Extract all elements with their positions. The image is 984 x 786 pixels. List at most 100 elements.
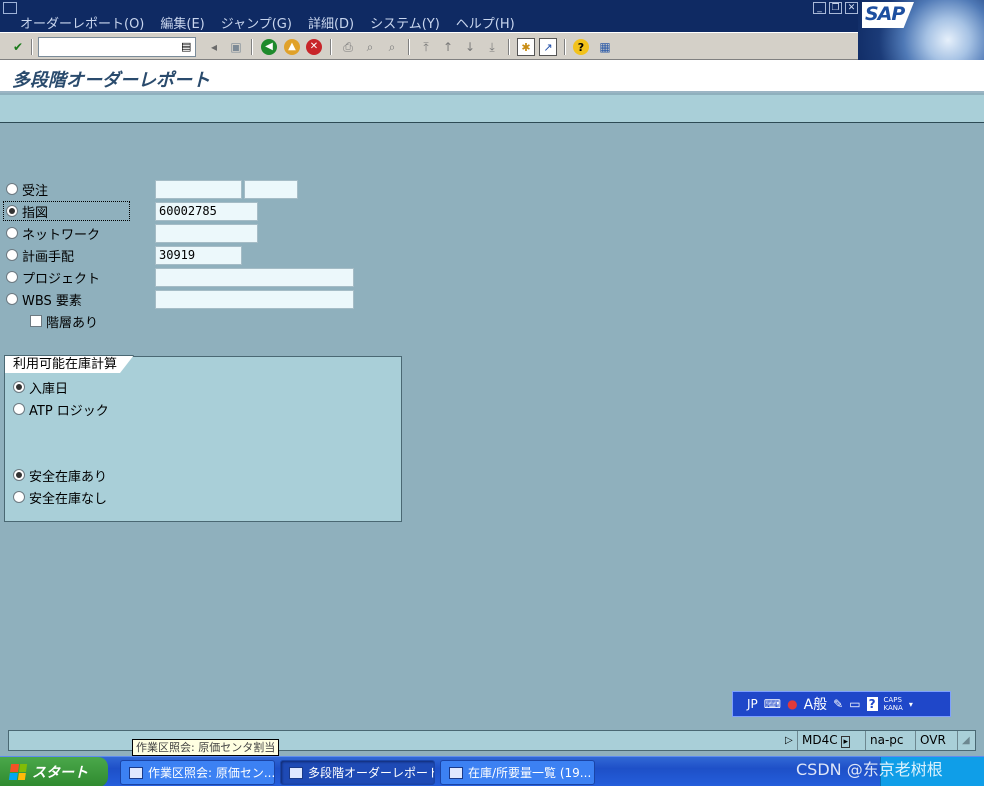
production-order-field[interactable]: 60002785 xyxy=(155,202,258,221)
network-field[interactable] xyxy=(155,224,258,243)
radio-project[interactable]: プロジェクト xyxy=(6,268,100,287)
menu-bar: オーダーレポート(O) 編集(E) ジャンプ(G) 詳細(D) システム(Y) … xyxy=(0,0,984,32)
status-insert-mode: OVR xyxy=(915,731,957,750)
watermark: CSDN @东京老树根 xyxy=(796,760,943,779)
application-toolbar xyxy=(0,95,984,123)
radio-button-selected[interactable] xyxy=(13,469,25,481)
sales-order-field[interactable] xyxy=(155,180,242,199)
task-work-center[interactable]: 作業区照会: 原価セン... xyxy=(120,760,275,785)
radio-production-order[interactable]: 指図 xyxy=(6,202,48,221)
toolbar-divider xyxy=(31,39,33,55)
exit-icon[interactable]: ▲ xyxy=(284,39,300,55)
radio-sales-order[interactable]: 受注 xyxy=(6,180,48,199)
hierarchy-checkbox[interactable] xyxy=(30,315,42,327)
radio-button[interactable] xyxy=(6,293,18,305)
sap-window-icon xyxy=(449,766,463,779)
standard-toolbar: ✔ ▤ ◂ ▣ ◀ ▲ ✕ ⎙ ⌕ ⌕ ⤒ ↑ ↓ ⤓ ✱ ↗ ? ▦ xyxy=(0,32,858,60)
status-transaction: MD4C ▸ xyxy=(797,731,865,750)
page-title: 多段階オーダーレポート xyxy=(12,70,210,91)
sap-window-icon xyxy=(129,766,143,779)
task-multilevel-order-report[interactable]: 多段階オーダーレポート xyxy=(280,760,435,785)
ime-pad-icon[interactable]: ● xyxy=(787,697,797,711)
toolbar-divider xyxy=(408,39,410,55)
start-button[interactable]: スタート xyxy=(0,757,108,786)
radio-button[interactable] xyxy=(6,227,18,239)
ime-language[interactable]: JP xyxy=(747,697,758,711)
sap-logo-area: SAP xyxy=(858,0,984,60)
menu-help[interactable]: ヘルプ(H) xyxy=(456,13,515,32)
menu-system[interactable]: システム(Y) xyxy=(370,13,440,32)
back-icon[interactable]: ◀ xyxy=(261,39,277,55)
toolbar-divider xyxy=(508,39,510,55)
menu-details[interactable]: 詳細(D) xyxy=(308,13,354,32)
ime-tools-icon[interactable]: ✎ xyxy=(833,697,843,711)
radio-without-safety-stock[interactable]: 安全在庫なし xyxy=(13,488,107,507)
radio-button-selected[interactable] xyxy=(6,205,18,217)
cancel-icon[interactable]: ✕ xyxy=(306,39,322,55)
radio-with-safety-stock[interactable]: 安全在庫あり xyxy=(13,466,107,485)
toolbar-divider xyxy=(251,39,253,55)
find-icon[interactable]: ⌕ xyxy=(361,38,379,56)
group-title: 利用可能在庫計算 xyxy=(4,355,134,373)
system-menu-icon[interactable] xyxy=(3,2,17,14)
layout-menu-icon[interactable]: ▦ xyxy=(596,38,614,56)
tooltip: 作業区照会: 原価センタ割当 xyxy=(132,739,280,756)
print-icon[interactable]: ⎙ xyxy=(339,38,357,56)
menu-order-report[interactable]: オーダーレポート(O) xyxy=(20,13,144,32)
radio-button[interactable] xyxy=(13,491,25,503)
save-icon[interactable]: ▣ xyxy=(227,38,245,56)
radio-network[interactable]: ネットワーク xyxy=(6,224,100,243)
minimize-icon[interactable]: _ xyxy=(813,2,826,14)
radio-button-selected[interactable] xyxy=(13,381,25,393)
previous-page-icon[interactable]: ↑ xyxy=(439,38,457,56)
sales-order-item-field[interactable] xyxy=(244,180,298,199)
radio-button[interactable] xyxy=(6,183,18,195)
enter-check-icon[interactable]: ✔ xyxy=(9,38,27,56)
status-expand-icon[interactable]: ▷ xyxy=(781,731,793,750)
collapse-command-icon[interactable]: ◂ xyxy=(205,38,223,56)
radio-button[interactable] xyxy=(13,403,25,415)
radio-button[interactable] xyxy=(6,249,18,261)
radio-atp-logic[interactable]: ATP ロジック xyxy=(13,400,109,419)
sap-logo: SAP xyxy=(862,2,914,28)
radio-planned-order[interactable]: 計画手配 xyxy=(6,246,74,265)
last-page-icon[interactable]: ⤓ xyxy=(483,38,501,56)
hierarchy-checkbox-row[interactable]: 階層あり xyxy=(30,312,98,331)
ime-options-icon[interactable]: ▾ xyxy=(909,700,913,709)
resize-grip-icon[interactable]: ◢ xyxy=(957,731,975,750)
menu-list: オーダーレポート(O) 編集(E) ジャンプ(G) 詳細(D) システム(Y) … xyxy=(20,13,515,32)
menu-edit[interactable]: 編集(E) xyxy=(160,13,204,32)
toolbar-divider xyxy=(564,39,566,55)
radio-wbs-element[interactable]: WBS 要素 xyxy=(6,290,82,309)
available-stock-calc-group: 入庫日 ATP ロジック 安全在庫あり 安全在庫なし xyxy=(4,356,402,522)
ime-dictionary-icon[interactable]: ▭ xyxy=(849,697,860,711)
close-window-icon[interactable]: ✕ xyxy=(845,2,858,14)
find-next-icon[interactable]: ⌕ xyxy=(383,38,401,56)
radio-receipt-date[interactable]: 入庫日 xyxy=(13,378,68,397)
command-history-icon[interactable]: ▤ xyxy=(181,40,191,53)
status-server: na-pc xyxy=(865,731,915,750)
help-icon[interactable]: ? xyxy=(573,39,589,55)
sap-window-icon xyxy=(289,766,303,779)
status-menu-icon[interactable]: ▸ xyxy=(841,736,850,748)
planned-order-field[interactable]: 30919 xyxy=(155,246,242,265)
caps-kana-indicator: CAPS KANA xyxy=(883,696,903,712)
next-page-icon[interactable]: ↓ xyxy=(461,38,479,56)
create-shortcut-icon[interactable]: ↗ xyxy=(539,38,557,56)
window-controls: _ ❐ ✕ xyxy=(813,2,858,14)
create-session-icon[interactable]: ✱ xyxy=(517,38,535,56)
radio-button[interactable] xyxy=(6,271,18,283)
ime-language-bar[interactable]: JP ⌨ ● A般 ✎ ▭ ? CAPS KANA ▾ xyxy=(732,691,951,717)
wbs-element-field[interactable] xyxy=(155,290,354,309)
input-mode[interactable]: A般 xyxy=(804,694,828,714)
restore-icon[interactable]: ❐ xyxy=(829,2,842,14)
title-bar: 多段階オーダーレポート xyxy=(0,60,984,93)
command-field[interactable] xyxy=(38,37,196,57)
project-field[interactable] xyxy=(155,268,354,287)
first-page-icon[interactable]: ⤒ xyxy=(417,38,435,56)
task-stock-requirements[interactable]: 在庫/所要量一覧 (19... xyxy=(440,760,595,785)
ime-help-icon[interactable]: ? xyxy=(866,697,878,711)
menu-goto[interactable]: ジャンプ(G) xyxy=(221,13,292,32)
toolbar-divider xyxy=(330,39,332,55)
keyboard-icon[interactable]: ⌨ xyxy=(764,697,781,711)
